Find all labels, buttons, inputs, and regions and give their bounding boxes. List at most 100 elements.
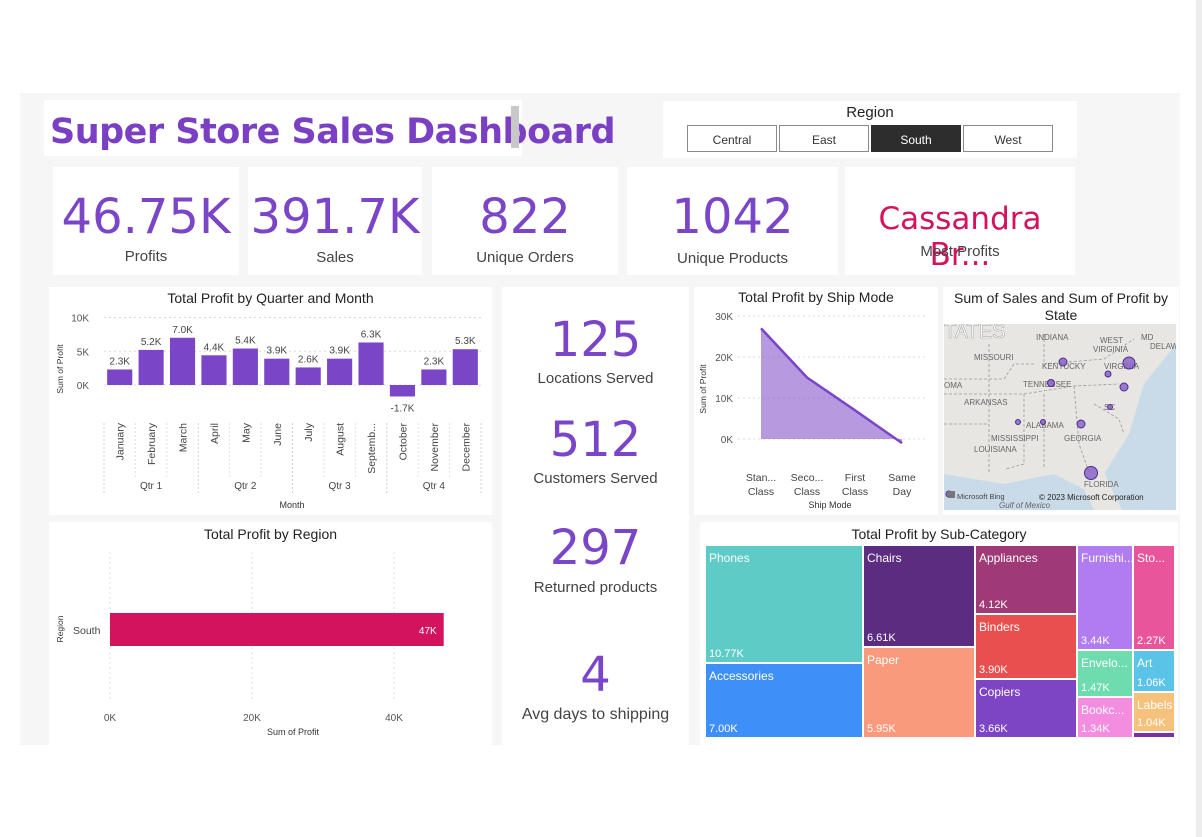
kpi-value: Cassandra Br... <box>878 201 1042 273</box>
stat-value: 297 <box>549 520 642 576</box>
y-tick-label: 30K <box>715 312 733 323</box>
quarter-label: Qtr 4 <box>423 481 446 492</box>
treemap-tile[interactable]: Paper 5.95K <box>863 647 975 738</box>
quarter-label: Qtr 2 <box>234 481 257 492</box>
stat-label: Customers Served <box>533 470 658 487</box>
map-bubble <box>1084 466 1098 480</box>
chart-title: Total Profit by Sub-Category <box>851 526 1027 542</box>
tile-label: Appliances <box>979 551 1038 565</box>
data-label: 4.4K <box>204 342 225 353</box>
x-tick-label: 0K <box>104 713 117 724</box>
x-tick-label: October <box>397 423 409 461</box>
x-tick-label: May <box>240 422 252 443</box>
treemap-tile[interactable]: Labels 1.04K <box>1133 692 1175 732</box>
tile-value: 3.90K <box>979 664 1008 676</box>
bar <box>107 369 133 385</box>
bar <box>295 367 321 385</box>
tile-value: 6.61K <box>867 632 896 644</box>
treemap-tile[interactable]: Furnishi... 3.44K <box>1077 545 1133 650</box>
x-tick-label: 40K <box>385 713 403 724</box>
tile-label: Chairs <box>867 551 902 565</box>
treemap-tile[interactable]: Phones 10.77K <box>705 545 863 663</box>
tile-label: Accessories <box>709 669 774 683</box>
treemap-tile[interactable]: Accessories 7.00K <box>705 663 863 738</box>
x-tick-label: February <box>146 422 158 465</box>
tile-label: Furnishi... <box>1081 551 1133 565</box>
tile-label: Binders <box>979 620 1020 634</box>
tile-label: Labels <box>1137 698 1173 712</box>
x-tick-label: July <box>303 422 315 441</box>
bar <box>232 348 258 385</box>
x-axis-label: Month <box>279 500 304 510</box>
tile-value: 3.66K <box>979 723 1008 735</box>
kpi-label: Most Profits <box>920 243 1000 260</box>
y-axis-label: Sum of Profit <box>698 364 708 414</box>
map-bubble <box>1119 382 1129 392</box>
map-label: OMA <box>944 381 963 390</box>
map-credit: © 2023 Microsoft Corporation <box>1039 493 1144 502</box>
treemap-tile[interactable]: Chairs 6.61K <box>863 545 975 647</box>
stat-value: 512 <box>549 412 642 468</box>
state-map[interactable]: TATES INDIANA MD WEST VIRGINIA DELAWA MI… <box>944 324 1176 510</box>
kpi-card-profits: 46.75K Profits <box>53 167 239 275</box>
tile-label: Bookc... <box>1081 703 1125 717</box>
data-label: 6.3K <box>361 329 382 340</box>
slicer-option-south[interactable]: South <box>871 125 961 152</box>
sub-category-treemap: Phones 10.77K Accessories 7.00K Chairs 6.61K P… <box>705 545 1175 738</box>
data-label: 2.6K <box>298 354 319 365</box>
treemap-tile[interactable]: Binders 3.90K <box>975 614 1077 679</box>
chart-card-quarter-month: Total Profit by Quarter and Month 10K 5K 0… <box>49 287 492 515</box>
map-credit: Microsoft Bing <box>957 492 1005 501</box>
y-tick-label: 20K <box>715 353 733 364</box>
kpi-value: 391.7K <box>250 189 420 245</box>
kpi-label: Unique Products <box>677 250 788 267</box>
slicer-option-central[interactable]: Central <box>687 125 777 152</box>
treemap-tile[interactable]: Appliances 4.12K <box>975 545 1077 614</box>
tile-value: 7.00K <box>709 723 738 735</box>
tile-value: 5.95K <box>867 723 896 735</box>
bar <box>327 358 353 385</box>
bar <box>421 369 447 385</box>
treemap-tile-small[interactable] <box>1133 732 1175 738</box>
x-tick-label: June <box>272 423 284 446</box>
quarter-month-bar-chart: 10K 5K 0K Sum of Profit 2.3K January 5.2K Febru… <box>55 314 482 510</box>
tile-label: Copiers <box>979 685 1021 699</box>
map-label: TENNESSEE <box>1023 380 1071 389</box>
treemap-tile[interactable]: Copiers 3.66K <box>975 679 1077 738</box>
x-tick-label: Class <box>748 486 774 498</box>
kpi-card-sales: 391.7K Sales <box>248 167 422 275</box>
treemap-tile[interactable]: Bookc... 1.34K <box>1077 697 1133 738</box>
slicer-option-east[interactable]: East <box>779 125 869 152</box>
x-tick-label: 20K <box>243 713 261 724</box>
area-fill <box>761 328 902 444</box>
treemap-tile[interactable]: Sto... 2.27K <box>1133 545 1175 650</box>
kpi-label: Sales <box>316 249 354 266</box>
kpi-value: 1042 <box>671 189 794 245</box>
x-tick-label: Class <box>794 486 820 498</box>
map-bubble <box>1040 419 1046 425</box>
x-tick-label: Same <box>888 472 916 484</box>
page-scrollbar[interactable] <box>1196 0 1202 837</box>
map-label: GEORGIA <box>1064 434 1102 443</box>
x-tick-label: Day <box>893 486 912 498</box>
map-label: DELAWA <box>1150 342 1176 351</box>
page-title: Super Store Sales Dashboard <box>50 112 616 152</box>
bar <box>358 342 384 385</box>
data-label: 47K <box>419 626 437 637</box>
x-tick-label: November <box>429 422 441 471</box>
x-tick-label: Class <box>842 486 868 498</box>
quarter-label: Qtr 1 <box>140 481 163 492</box>
summary-stats-card: 125 Locations Served 512 Customers Serve… <box>502 287 689 745</box>
chart-card-region: Total Profit by Region 0K 20K 40K Sum of Pr… <box>49 522 492 745</box>
data-label: 7.0K <box>172 325 193 336</box>
map-bubble <box>1076 419 1086 429</box>
tile-label: Art <box>1137 656 1153 670</box>
data-label: 3.9K <box>329 346 350 357</box>
data-label: 5.2K <box>141 337 162 348</box>
quarter-label: Qtr 3 <box>329 481 352 492</box>
data-label: 3.9K <box>267 346 288 357</box>
map-bubble <box>1058 357 1068 367</box>
treemap-tile[interactable]: Art 1.06K <box>1133 650 1175 692</box>
slicer-option-west[interactable]: West <box>963 125 1053 152</box>
treemap-tile[interactable]: Envelo... 1.47K <box>1077 650 1133 697</box>
